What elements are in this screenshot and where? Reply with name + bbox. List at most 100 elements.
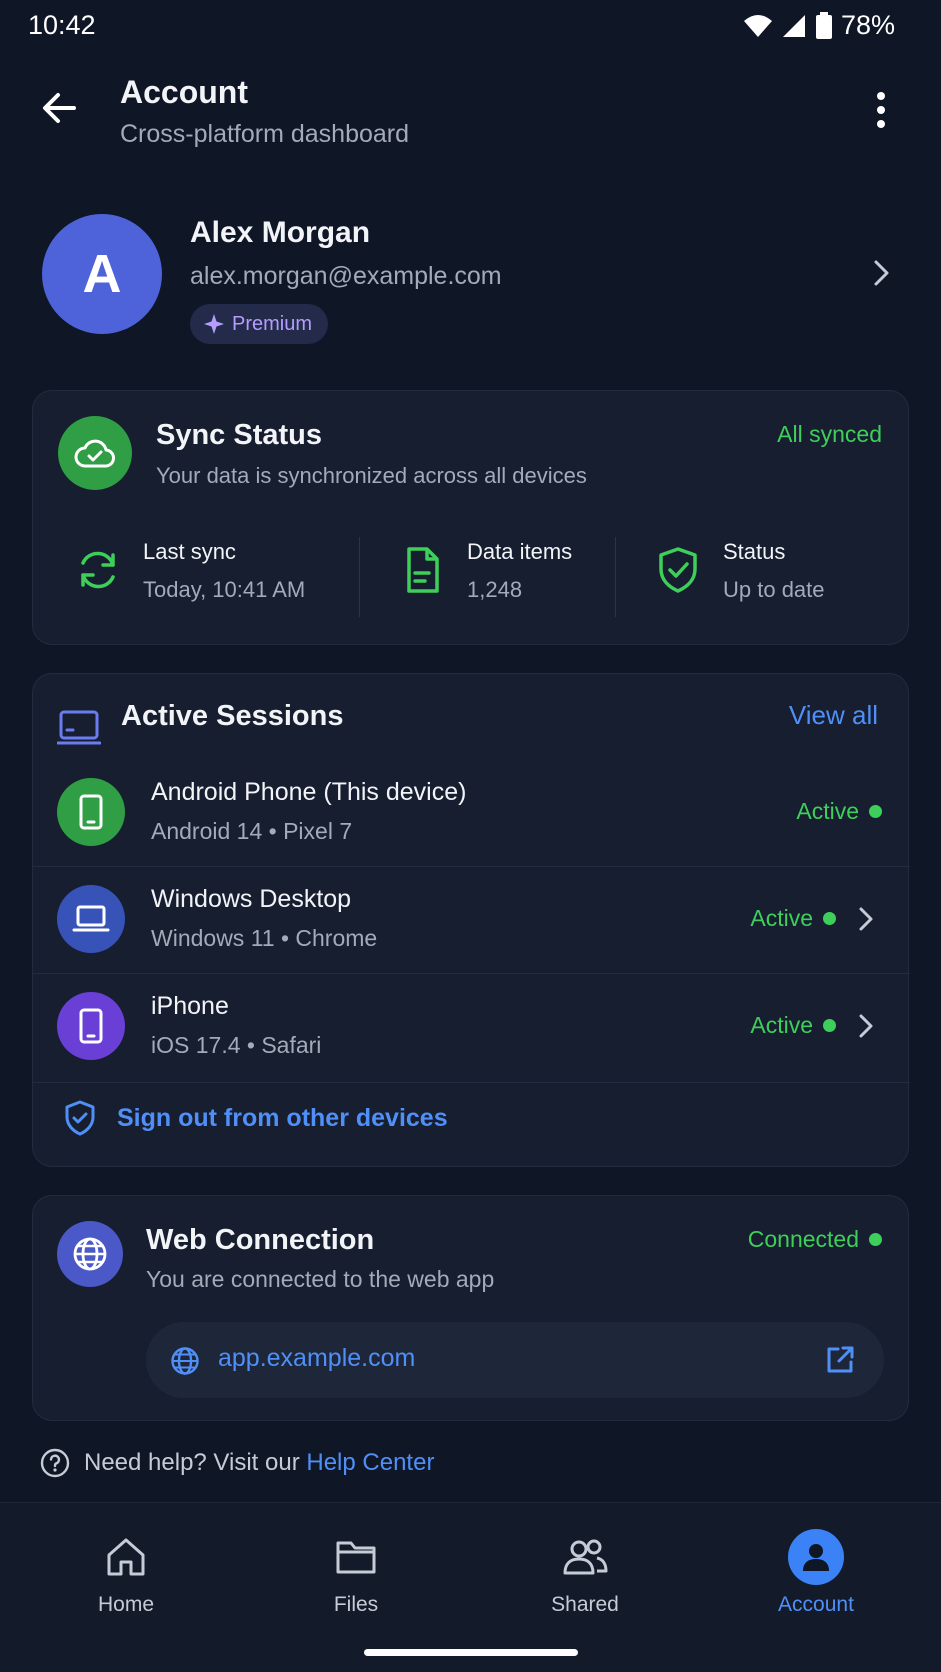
stat-value: Today, 10:41 AM — [143, 577, 306, 602]
folder-icon — [328, 1529, 384, 1585]
globe-icon — [171, 1347, 199, 1375]
nav-label: Files — [333, 1593, 379, 1616]
shield-icon — [65, 1100, 95, 1136]
cloud-check-icon — [58, 416, 132, 490]
status-dot — [823, 1019, 836, 1032]
badge-label: Premium — [232, 312, 313, 335]
session-row[interactable]: iPhone iOS 17.4 • Safari Active — [33, 974, 910, 1080]
stat-value: Up to date — [723, 577, 825, 602]
phone-icon — [57, 992, 125, 1060]
stat-label: Last sync — [143, 539, 236, 564]
stat-label: Status — [723, 539, 786, 564]
status-bar: 10:42 78% — [0, 0, 941, 52]
laptop-icon — [57, 885, 125, 953]
back-button[interactable] — [38, 86, 82, 130]
more-options-button[interactable] — [863, 88, 899, 132]
help-row: Need help? Visit our Help Center — [40, 1448, 434, 1478]
web-connection-subtitle: You are connected to the web app — [146, 1266, 495, 1292]
nav-label: Home — [97, 1593, 155, 1616]
status-dot — [869, 1233, 882, 1246]
chevron-right-icon[interactable] — [856, 905, 876, 933]
session-row[interactable]: Windows Desktop Windows 11 • Chrome Acti… — [33, 867, 910, 973]
chevron-right-icon — [874, 260, 889, 286]
sparkle-icon — [204, 314, 224, 334]
avatar: A — [42, 214, 162, 334]
nav-item-shared[interactable]: Shared — [485, 1525, 685, 1625]
session-device-name: Android Phone (This device) — [151, 778, 467, 806]
divider — [615, 537, 616, 617]
sync-status-label: All synced — [777, 421, 882, 447]
sync-status-card: Sync Status Your data is synchronized ac… — [32, 390, 909, 645]
external-link-icon[interactable] — [824, 1344, 856, 1376]
session-device-name: iPhone — [151, 992, 229, 1020]
session-device-name: Windows Desktop — [151, 885, 352, 913]
status-dot — [823, 912, 836, 925]
status-dot — [869, 805, 882, 818]
help-center-link[interactable]: Help Center — [306, 1449, 434, 1476]
premium-badge: Premium — [190, 304, 329, 344]
account-icon — [788, 1529, 844, 1585]
phone-icon — [57, 778, 125, 846]
app-header: Account Cross-platform dashboard — [0, 60, 941, 160]
nav-item-account[interactable]: Account — [716, 1525, 916, 1625]
home-icon — [98, 1529, 154, 1585]
page-subtitle: Cross-platform dashboard — [120, 120, 410, 148]
nav-label: Shared — [551, 1593, 619, 1616]
nav-label: Account — [778, 1593, 854, 1616]
nav-item-home[interactable]: Home — [26, 1525, 226, 1625]
profile-name: Alex Morgan — [190, 216, 371, 249]
session-row[interactable]: Android Phone (This device) Android 14 •… — [33, 760, 910, 866]
nav-item-files[interactable]: Files — [256, 1525, 456, 1625]
home-indicator[interactable] — [364, 1649, 578, 1656]
help-circle-icon — [40, 1448, 70, 1478]
session-status: Active — [796, 798, 882, 825]
stat-data-items: Data items 1,248 — [397, 539, 637, 615]
profile-chevron[interactable] — [869, 258, 893, 288]
session-status-label: Active — [750, 1012, 813, 1038]
globe-icon — [57, 1221, 123, 1287]
people-icon — [557, 1529, 613, 1585]
web-url-field[interactable]: app.example.com — [146, 1322, 884, 1398]
session-device-meta: Android 14 • Pixel 7 — [151, 818, 353, 844]
divider — [33, 1082, 910, 1083]
session-device-meta: iOS 17.4 • Safari — [151, 1032, 322, 1058]
sessions-title: Active Sessions — [121, 700, 344, 732]
help-prefix: Need help? Visit our — [84, 1449, 300, 1476]
session-status: Active — [750, 1012, 836, 1039]
sign-out-other-devices-button[interactable]: Sign out from other devices — [63, 1098, 663, 1138]
profile-row[interactable]: A Alex Morgan alex.morgan@example.com Pr… — [0, 212, 941, 352]
wifi-icon — [743, 14, 772, 37]
chevron-right-icon[interactable] — [856, 1012, 876, 1040]
web-connection-title: Web Connection — [146, 1224, 375, 1256]
status-icons: 78% — [743, 10, 895, 41]
arrow-left-icon — [43, 93, 76, 123]
web-status-label: Connected — [747, 1226, 859, 1252]
sync-title: Sync Status — [156, 419, 322, 451]
session-status-label: Active — [796, 798, 859, 824]
stat-last-sync: Last sync Today, 10:41 AM — [73, 539, 353, 615]
refresh-icon — [81, 551, 115, 589]
session-status-label: Active — [750, 905, 813, 931]
web-connection-card: Web Connection You are connected to the … — [32, 1195, 909, 1421]
shield-check-icon — [659, 547, 697, 593]
profile-email: alex.morgan@example.com — [190, 262, 502, 290]
devices-icon — [57, 710, 101, 745]
session-status: Active — [750, 905, 836, 932]
status-time: 10:42 — [28, 10, 96, 40]
sign-out-label: Sign out from other devices — [117, 1103, 448, 1132]
session-device-meta: Windows 11 • Chrome — [151, 925, 378, 951]
help-text: Need help? Visit our Help Center — [84, 1449, 434, 1477]
stat-status: Status Up to date — [653, 539, 883, 615]
battery-percent: 78% — [840, 10, 895, 40]
view-all-link[interactable]: View all — [789, 700, 878, 731]
document-icon — [407, 547, 439, 593]
web-connection-status: Connected — [748, 1226, 882, 1253]
divider — [359, 537, 360, 617]
signal-icon — [782, 14, 805, 37]
stat-label: Data items — [467, 539, 573, 564]
sync-subtitle: Your data is synchronized across all dev… — [156, 463, 587, 488]
stat-value: 1,248 — [467, 577, 523, 602]
battery-icon — [815, 11, 832, 39]
active-sessions-card: Active Sessions View all Android Phone (… — [32, 673, 910, 1167]
bottom-navigation: Home Files Shared Account — [0, 1502, 941, 1672]
